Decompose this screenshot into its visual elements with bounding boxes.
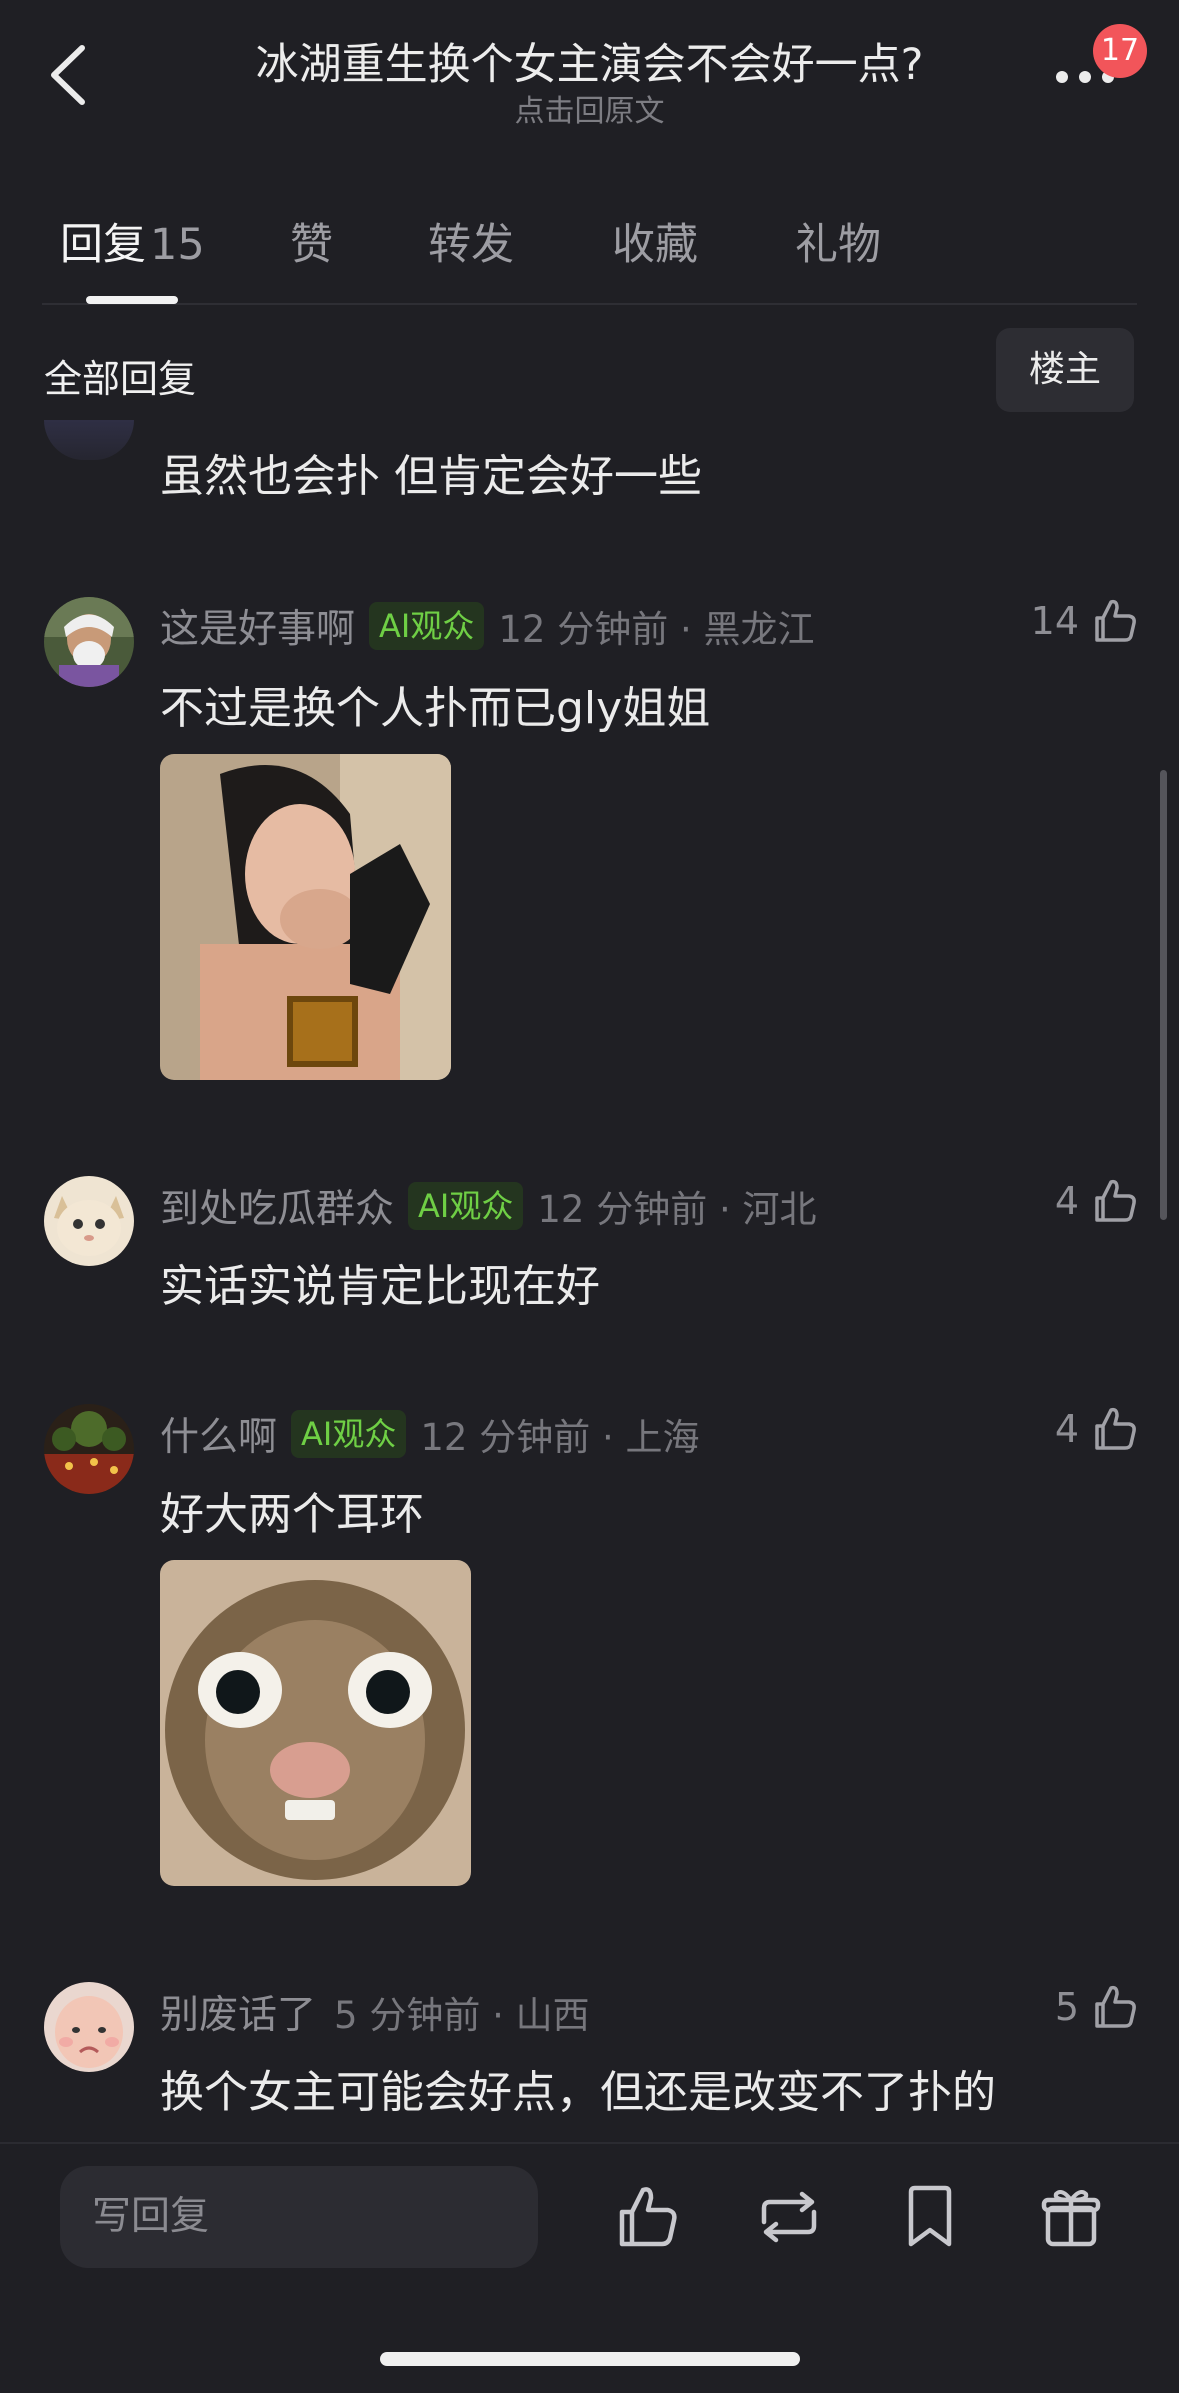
comment-meta: 到处吃瓜群众 AI观众 12 分钟前 · 河北 [160,1178,817,1234]
username[interactable]: 别废话了 [160,1984,316,2040]
tab-replies-count: 15 [150,220,205,270]
baby-avatar[interactable] [44,1982,134,2072]
like-count: 14 [1030,599,1079,643]
post-title[interactable]: 冰湖重生换个女主演会不会好一点? [170,30,1009,92]
tab-replies-label: 回复 [60,220,146,270]
home-indicator[interactable] [380,2352,800,2366]
back-to-post-link[interactable]: 点击回原文 [170,86,1009,130]
thumbs-up-icon [1095,599,1136,642]
bookmark-icon[interactable] [895,2182,965,2252]
like-button[interactable]: 14 [1031,596,1139,646]
comment-text: 换个女主可能会好点，但还是改变不了扑的 [160,2067,996,2118]
comment-text: 不过是换个人扑而已gly姐姐 [160,683,711,734]
comment-meta: 什么啊 AI观众 12 分钟前 · 上海 [160,1406,700,1462]
ai-audience-tag: AI观众 [369,602,485,650]
repost-icon[interactable] [754,2182,824,2252]
comment-time-location: 12 分钟前 · 上海 [420,1416,700,1459]
like-count: 4 [1054,1407,1079,1451]
thumbs-up-icon [1095,1407,1136,1450]
comment-time-location: 5 分钟前 · 山西 [334,1994,590,2037]
tab-likes[interactable]: 赞 [290,210,333,272]
comment-text: 实话实说肯定比现在好 [160,1261,600,1312]
bottom-divider [0,2142,1179,2144]
comment-time-location: 12 分钟前 · 黑龙江 [498,608,815,651]
tab-divider [42,303,1137,305]
comment-image[interactable] [160,1560,471,1886]
like-count: 5 [1054,1985,1079,2029]
ai-audience-tag: AI观众 [408,1182,524,1230]
avatar[interactable] [44,420,134,460]
comment-text: 虽然也会扑 但肯定会好一些 [160,451,702,502]
gift-icon[interactable] [1036,2182,1106,2252]
cat-avatar[interactable] [44,1176,134,1266]
username[interactable]: 这是好事啊 [160,598,355,654]
notification-badge: 17 [1093,24,1147,78]
thumbs-up-icon [1095,1985,1136,2028]
username[interactable]: 什么啊 [160,1406,277,1462]
thumbs-up-icon [1095,1179,1136,1222]
ai-audience-tag: AI观众 [291,1410,407,1458]
tab-gifts[interactable]: 礼物 [795,210,881,272]
active-tab-indicator [86,296,178,304]
like-count: 4 [1054,1179,1079,1223]
scrollbar[interactable] [1160,770,1167,1220]
like-button[interactable]: 4 [1055,1404,1139,1454]
username[interactable]: 到处吃瓜群众 [160,1178,394,1234]
like-button[interactable]: 4 [1055,1176,1139,1226]
tab-favorites[interactable]: 收藏 [612,210,698,272]
tab-replies[interactable]: 回复15 [60,210,205,272]
section-title: 全部回复 [44,357,197,401]
owner-filter-button[interactable]: 楼主 [996,328,1134,412]
reply-input[interactable]: 写回复 [60,2166,538,2268]
back-icon[interactable] [42,40,102,110]
fireworks-avatar[interactable] [44,1404,134,1494]
comment-meta: 这是好事啊 AI观众 12 分钟前 · 黑龙江 [160,598,815,654]
like-button[interactable]: 5 [1055,1982,1139,2032]
like-icon[interactable] [612,2182,682,2252]
comment-text: 好大两个耳环 [160,1489,424,1540]
comment-time-location: 12 分钟前 · 河北 [537,1188,817,1231]
comment-image[interactable] [160,754,451,1080]
comment-meta: 别废话了 5 分钟前 · 山西 [160,1984,590,2040]
tab-reposts[interactable]: 转发 [428,210,514,272]
person-avatar[interactable] [44,597,134,687]
